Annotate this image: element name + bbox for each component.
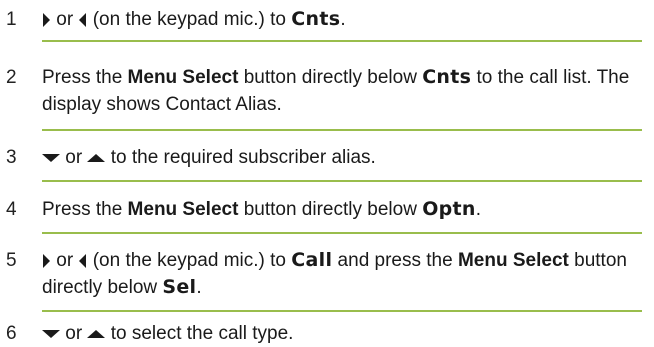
text-run: or [51,250,79,271]
down-arrow-icon [42,329,60,338]
button-name: Menu Select [127,67,239,88]
display-label: Sel [162,276,197,298]
button-name: Menu Select [127,199,239,220]
display-label: Optn [422,198,476,220]
text-run: . [475,199,482,220]
right-arrow-icon [43,253,50,268]
step-number: 6 [6,323,17,344]
step-text: or (on the keypad mic.) to Call and pres… [42,247,646,301]
display-label: Call [291,249,333,271]
display-label: Cnts [422,66,472,88]
step-divider [42,40,642,42]
text-run: to select the call type. [105,323,294,344]
step-number: 3 [6,147,17,168]
text-run: button directly below [238,67,423,88]
text-run: . [340,9,346,30]
text-run: (on the keypad mic.) to [87,250,292,271]
step-divider [42,180,642,182]
text-run: to the required subscriber alias. [105,147,376,168]
step-divider [42,129,642,131]
down-arrow-icon [42,153,60,162]
step-number: 2 [6,67,17,88]
text-run: (on the keypad mic.) to [87,9,292,30]
text-run: Press the [42,199,128,220]
step-divider [42,310,642,312]
step-number: 1 [6,9,17,30]
step-text: or to the required subscriber alias. [42,144,646,171]
text-run: and press the [332,250,458,271]
text-run: Press the [42,67,128,88]
text-run: . [196,277,202,298]
right-arrow-icon [43,12,50,27]
text-run: or [51,9,79,30]
text-run: button directly below [238,199,423,220]
up-arrow-icon [87,329,106,338]
step-number: 4 [6,199,17,220]
display-label: Cnts [291,8,341,30]
step-divider [42,232,642,234]
step-text: Press the Menu Select button directly be… [42,64,646,118]
step-text: or to select the call type. [42,320,646,347]
step-text: or (on the keypad mic.) to Cnts. [42,6,646,33]
step-number: 5 [6,250,17,271]
button-name: Menu Select [457,250,569,271]
text-run: or [60,147,88,168]
up-arrow-icon [87,153,106,162]
text-run: or [60,323,88,344]
step-text: Press the Menu Select button directly be… [42,196,646,223]
